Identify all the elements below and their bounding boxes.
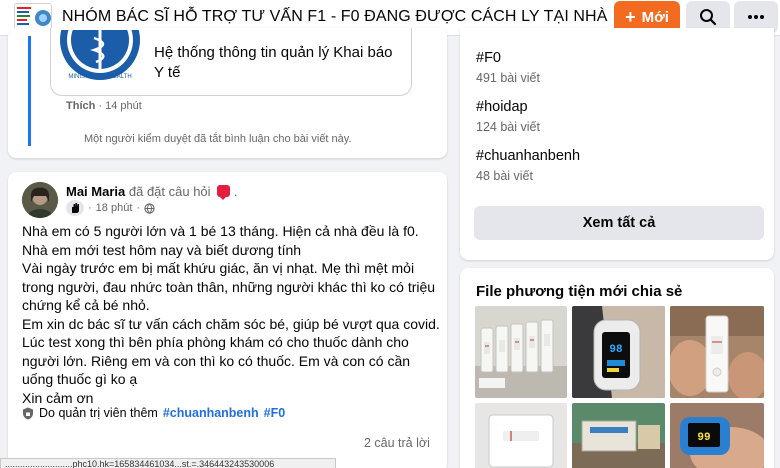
topic-tag-link[interactable]: #F0 <box>264 406 286 420</box>
media-thumbnail-package[interactable] <box>572 403 665 468</box>
media-thumbnail-test-kits[interactable] <box>475 306 567 398</box>
topic-tag-link[interactable]: #chuanhanbenh <box>163 406 259 420</box>
post-time[interactable]: 18 phút <box>96 202 133 214</box>
svg-text:99: 99 <box>697 432 710 444</box>
search-icon <box>700 9 717 26</box>
admin-added-label: Do quản trị viên thêm <box>39 406 158 420</box>
post-paragraph: Nhà em có 5 người lớn và 1 bé 13 tháng. … <box>22 223 419 258</box>
topic-post-count: 491 bài viết <box>476 71 540 85</box>
topic-name[interactable]: #F0 <box>476 50 501 66</box>
status-url-bar: ...........................phc10.hk=1658… <box>0 458 336 468</box>
shared-link-title[interactable]: Hệ thống thông tin quản lý Khai báo Y tế <box>154 43 404 83</box>
see-all-topics-button[interactable]: Xem tất cả <box>474 206 764 240</box>
svg-text:MINISTRY OF HEALTH: MINISTRY OF HEALTH <box>68 74 131 80</box>
comments-disabled-note: Một người kiểm duyệt đã tắt bình luận ch… <box>84 133 352 145</box>
topic-name[interactable]: #chuanhanbenh <box>476 148 580 164</box>
topic-post-count: 124 bài viết <box>476 120 540 134</box>
post-paragraph: Xin cảm ơn <box>22 389 94 406</box>
svg-text:98: 98 <box>609 344 623 356</box>
post-action-text: đã đặt câu hỏi <box>128 184 211 199</box>
topic-post-count: 48 bài viết <box>476 169 533 183</box>
reply-thread-line <box>28 36 31 146</box>
post-header: Mai Maria đã đặt câu hỏi . <box>66 184 238 200</box>
more-icon <box>748 15 764 19</box>
admin-tags-row: Do quản trị viên thêm #chuanhanbenh #F0 <box>22 406 285 420</box>
author-name[interactable]: Mai Maria <box>66 184 125 199</box>
admin-shield-icon <box>23 407 33 419</box>
topic-name[interactable]: #hoidap <box>476 99 528 115</box>
post-paragraph: Vài ngày trước em bị mất khứu giác, ăn v… <box>22 260 436 313</box>
comment-actions: Thích · 14 phút <box>66 100 142 112</box>
like-link[interactable]: Thích <box>66 100 95 112</box>
author-avatar[interactable] <box>22 182 58 218</box>
post-paragraph: Em xin dc bác sĩ tư vấn cách chăm sóc bé… <box>22 315 440 388</box>
post-meta: · 18 phút · <box>66 200 155 216</box>
group-title[interactable]: NHÓM BÁC SĨ HỖ TRỢ TƯ VẤN F1 - F0 ĐANG Đ… <box>62 8 608 26</box>
replies-count-link[interactable]: 2 câu trả lời <box>364 436 430 450</box>
media-thumbnail-test-cassette[interactable] <box>670 306 764 398</box>
media-thumbnail-oximeter[interactable]: 98 <box>572 306 665 398</box>
media-thumbnail-oximeter-finger[interactable]: 99 <box>670 403 764 468</box>
media-thumbnail-test-strip[interactable] <box>475 403 567 468</box>
comment-time[interactable]: 14 phút <box>105 100 142 112</box>
member-badge-icon[interactable] <box>66 200 84 216</box>
recent-media-title: File phương tiện mới chia sẻ <box>476 283 683 300</box>
question-badge-icon <box>217 185 231 200</box>
globe-icon <box>144 202 155 214</box>
ministry-of-health-logo: MINISTRY OF HEALTH <box>60 30 140 86</box>
post-body: Nhà em có 5 người lớn và 1 bé 13 tháng. … <box>22 222 440 407</box>
plus-icon: + <box>625 7 636 27</box>
new-post-label: Mới <box>641 8 669 26</box>
